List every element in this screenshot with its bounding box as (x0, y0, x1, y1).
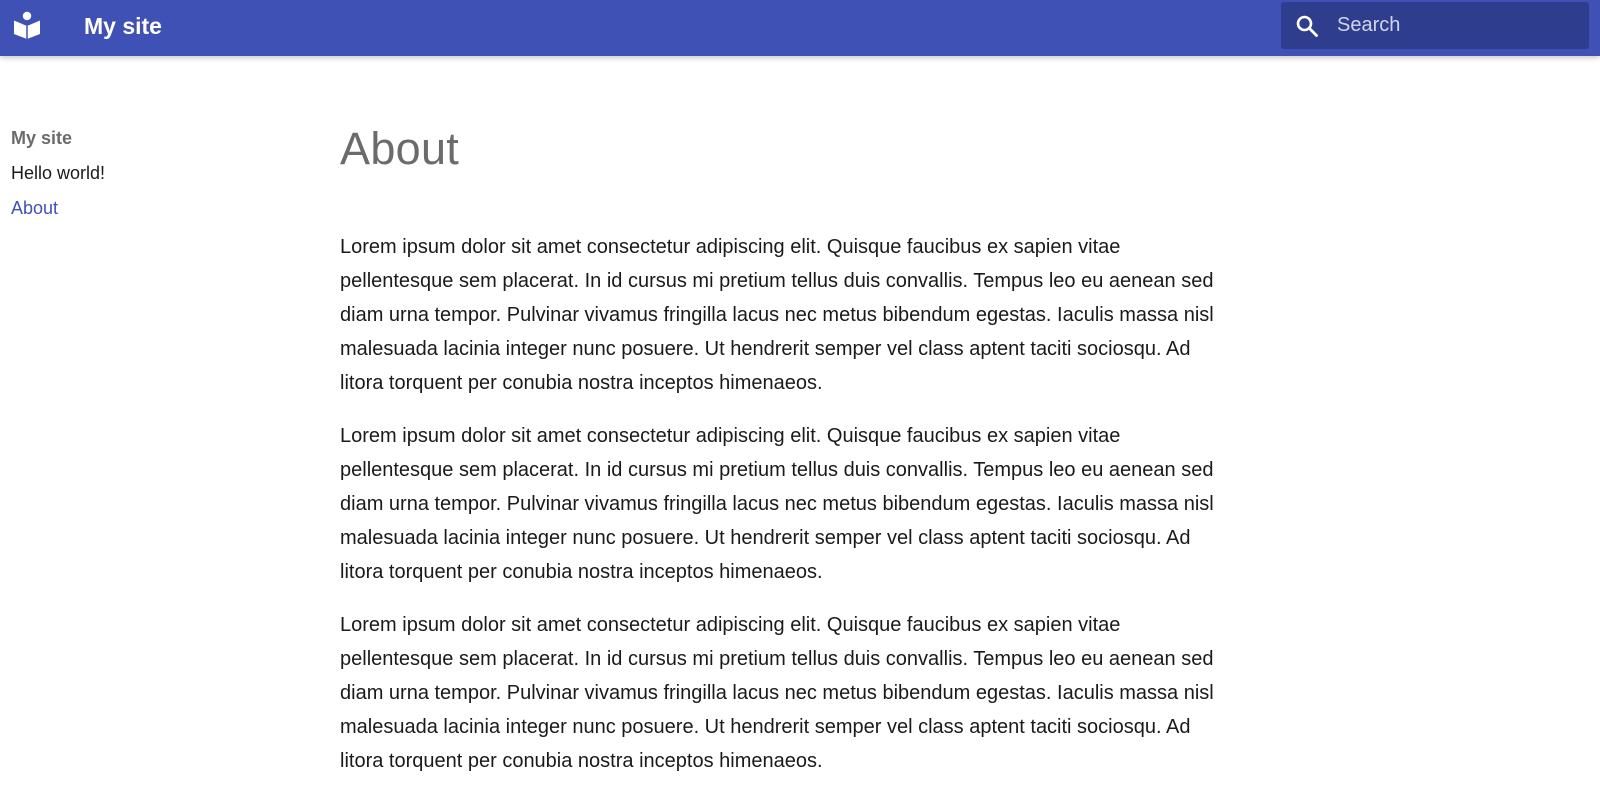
page-title: About (340, 123, 460, 174)
search-input[interactable] (1337, 2, 1577, 49)
main-content: About Lorem ipsum dolor sit amet consect… (340, 120, 1230, 797)
search-box[interactable] (1281, 2, 1589, 49)
sidebar-item-hello-world[interactable]: Hello world! (11, 162, 271, 184)
sidebar-nav: My site Hello world! About (11, 127, 271, 232)
book-reader-icon[interactable] (13, 11, 41, 39)
sidebar-item-about[interactable]: About (11, 197, 271, 219)
site-header: My site (0, 0, 1600, 56)
site-title-link[interactable]: My site (84, 13, 162, 39)
paragraph: Lorem ipsum dolor sit amet consectetur a… (340, 614, 1214, 772)
paragraph: Lorem ipsum dolor sit amet consectetur a… (340, 425, 1214, 583)
sidebar-title: My site (11, 128, 73, 148)
search-icon[interactable] (1295, 14, 1319, 38)
paragraph: Lorem ipsum dolor sit amet consectetur a… (340, 236, 1214, 394)
